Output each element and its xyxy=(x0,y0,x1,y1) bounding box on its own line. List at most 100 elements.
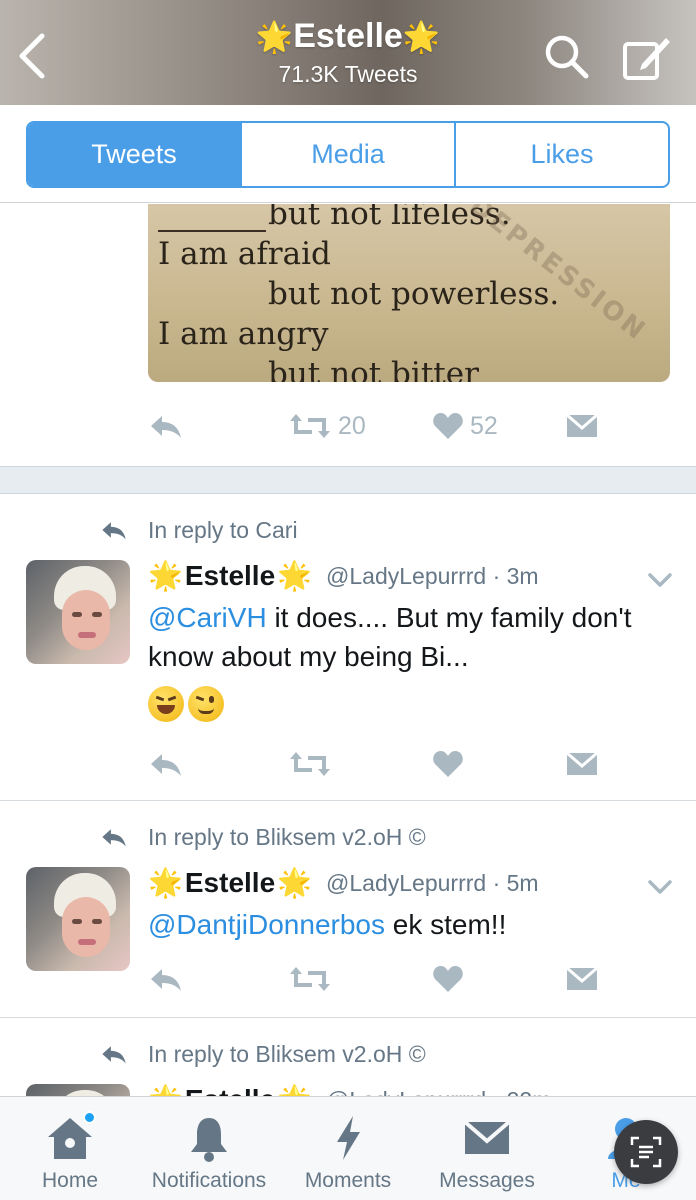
sparkle-star-icon: 🌟 xyxy=(277,560,313,591)
retweet-icon xyxy=(290,414,330,438)
reply-context-text: In reply to Cari xyxy=(148,516,298,543)
heart-icon xyxy=(433,413,463,439)
envelope-icon xyxy=(463,1120,511,1154)
avatar[interactable] xyxy=(26,560,130,664)
sparkle-star-icon: 🌟 xyxy=(148,867,183,898)
sparkle-star-icon: 🌟 xyxy=(148,560,183,591)
image-text-line: I am angry xyxy=(158,316,329,352)
like-button[interactable] xyxy=(432,957,464,1001)
winking-emoji-icon xyxy=(188,686,224,722)
tweet-image[interactable]: but not lifeless. I am afraid but not po… xyxy=(148,204,670,382)
tweet[interactable]: In reply to Cari 🌟 Estelle 🌟 @LadyLepurr… xyxy=(0,494,696,800)
retweet-button[interactable]: 20 xyxy=(288,404,366,448)
avatar[interactable] xyxy=(26,867,130,971)
bottom-tab-bar: Home Notifications Moments Messages Me xyxy=(0,1096,696,1200)
tweet-feed[interactable]: but not lifeless. I am afraid but not po… xyxy=(0,204,696,1096)
chevron-down-icon[interactable] xyxy=(646,570,674,590)
retweet-icon xyxy=(290,752,330,776)
image-text-line: I am afraid xyxy=(158,236,331,272)
envelope-icon xyxy=(566,966,598,990)
sparkle-star-icon: 🌟 xyxy=(148,1086,183,1097)
reply-icon xyxy=(102,829,126,847)
tweet-actions xyxy=(148,742,628,786)
retweet-button[interactable] xyxy=(288,742,332,786)
tab-messages[interactable]: Messages xyxy=(432,1097,542,1200)
direct-message-button[interactable] xyxy=(566,404,598,448)
sparkle-star-icon: 🌟 xyxy=(277,1086,312,1097)
author-name[interactable]: Estelle xyxy=(185,867,275,899)
compose-tweet-icon[interactable] xyxy=(622,32,674,82)
author-handle-time: @LadyLepurrrd · 5m xyxy=(326,869,539,896)
in-reply-to[interactable]: In reply to Bliksem v2.oH © xyxy=(100,821,426,853)
in-reply-to[interactable]: In reply to Bliksem v2.oH © xyxy=(100,1038,426,1070)
reply-icon xyxy=(151,416,181,438)
retweet-button[interactable] xyxy=(288,957,332,1001)
author-name[interactable]: Estelle xyxy=(185,1084,275,1096)
laughing-emoji-icon xyxy=(148,686,184,722)
heart-icon xyxy=(433,966,463,992)
author-handle-time: @LadyLepurrrd · 3m xyxy=(326,562,539,589)
reply-button[interactable] xyxy=(148,404,184,448)
search-icon[interactable] xyxy=(542,32,592,82)
envelope-icon xyxy=(566,751,598,775)
sparkle-star-icon: 🌟 xyxy=(277,867,313,898)
segmented-control: Tweets Media Likes xyxy=(26,121,670,188)
tab-notifications[interactable]: Notifications xyxy=(140,1097,278,1200)
reply-icon xyxy=(102,522,126,540)
like-button[interactable]: 52 xyxy=(432,404,498,448)
document-scan-icon xyxy=(630,1136,662,1168)
tweet-actions xyxy=(148,957,628,1001)
tab-likes[interactable]: Likes xyxy=(456,123,668,186)
envelope-icon xyxy=(566,413,598,437)
tweet-actions: 20 52 xyxy=(148,404,628,448)
reply-context-text: In reply to Bliksem v2.oH © xyxy=(148,823,426,850)
section-divider xyxy=(0,466,696,494)
tab-tweets[interactable]: Tweets xyxy=(28,123,242,186)
lightning-icon xyxy=(337,1116,360,1160)
reply-icon xyxy=(151,754,181,776)
chevron-down-icon[interactable] xyxy=(646,877,674,897)
like-button[interactable] xyxy=(432,742,464,786)
profile-header: 🌟Estelle🌟 71.3K Tweets xyxy=(0,0,696,105)
sparkle-star-icon: 🌟 xyxy=(402,21,441,54)
tab-media[interactable]: Media xyxy=(242,123,456,186)
tweet-body: ek stem!! xyxy=(385,909,507,940)
tweet[interactable]: In reply to Bliksem v2.oH © 🌟 Estelle 🌟 … xyxy=(0,1018,696,1096)
tweet-author-row: 🌟 Estelle 🌟 @LadyLepurrrd · 22m xyxy=(148,1080,551,1096)
image-text-line: but not bitter xyxy=(268,356,479,382)
image-rule-line xyxy=(158,230,266,232)
avatar[interactable] xyxy=(26,1084,130,1096)
direct-message-button[interactable] xyxy=(566,742,598,786)
author-name[interactable]: Estelle xyxy=(185,560,275,592)
image-text-line: but not powerless. xyxy=(268,276,560,312)
author-handle-time: @LadyLepurrrd · 22m xyxy=(326,1087,551,1097)
reply-icon xyxy=(102,1046,126,1064)
tab-label: Home xyxy=(41,1169,99,1192)
tweet-text: @CariVH it does.... But my family don't … xyxy=(148,598,668,676)
tab-home[interactable]: Home xyxy=(18,1097,122,1200)
mention-link[interactable]: @CariVH xyxy=(148,602,267,633)
mention-link[interactable]: @DantjiDonnerbos xyxy=(148,909,385,940)
profile-tab-bar: Tweets Media Likes xyxy=(0,105,696,203)
in-reply-to[interactable]: In reply to Cari xyxy=(100,514,298,546)
tab-label: Messages xyxy=(439,1169,535,1192)
sparkle-star-icon: 🌟 xyxy=(255,21,294,54)
tweet-author-row: 🌟 Estelle 🌟 @LadyLepurrrd · 3m xyxy=(148,556,539,596)
reply-button[interactable] xyxy=(148,957,184,1001)
bell-icon xyxy=(191,1118,227,1162)
reply-button[interactable] xyxy=(148,742,184,786)
retweet-count: 20 xyxy=(338,411,366,440)
emoji-row xyxy=(148,686,228,722)
tweet-author-row: 🌟 Estelle 🌟 @LadyLepurrrd · 5m xyxy=(148,863,539,903)
reply-context-text: In reply to Bliksem v2.oH © xyxy=(148,1040,426,1067)
retweet-icon xyxy=(290,967,330,991)
tab-label: Moments xyxy=(304,1169,392,1192)
like-count: 52 xyxy=(470,411,498,440)
tab-label: Notifications xyxy=(151,1169,267,1192)
floating-scan-button[interactable] xyxy=(614,1120,678,1184)
tweet-text: @DantjiDonnerbos ek stem!! xyxy=(148,905,668,944)
tab-moments[interactable]: Moments xyxy=(296,1097,400,1200)
tweet[interactable]: In reply to Bliksem v2.oH © 🌟 Estelle 🌟 … xyxy=(0,801,696,1017)
direct-message-button[interactable] xyxy=(566,957,598,1001)
heart-icon xyxy=(433,751,463,777)
